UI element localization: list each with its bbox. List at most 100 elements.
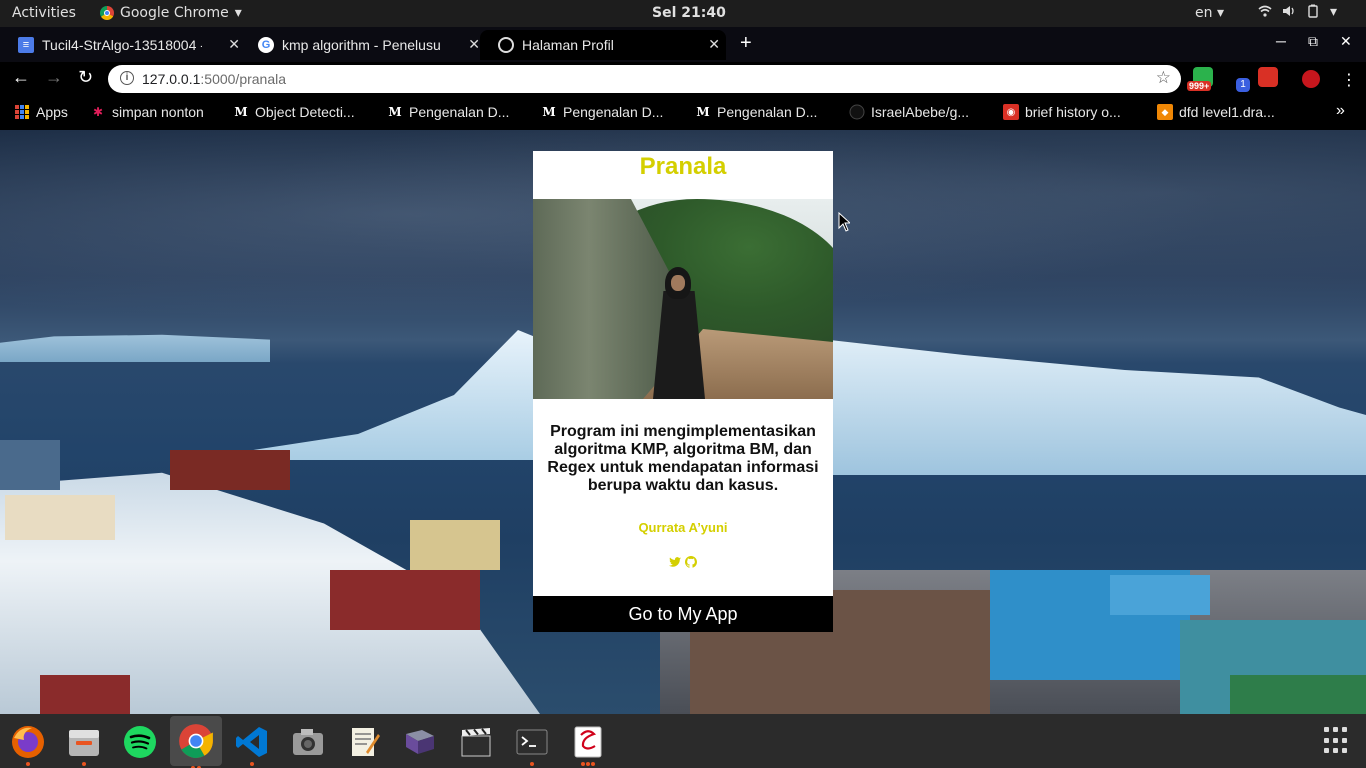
counter-extension-icon[interactable]: 1	[1236, 78, 1250, 92]
bookmark-item[interactable]: M Object Detecti...	[233, 104, 355, 120]
bookmark-star-icon[interactable]: ☆	[1156, 68, 1171, 88]
mouse-cursor-icon	[838, 212, 850, 232]
bookmark-item[interactable]: ◉ brief history o...	[1003, 104, 1121, 120]
tab-strip: ≡ Tucil4-StrAlgo-13518004 - ✕ G kmp algo…	[0, 27, 1366, 62]
running-indicator	[581, 762, 585, 766]
activities-button[interactable]: Activities	[12, 5, 76, 21]
chrome-menu-icon[interactable]: ⋮	[1341, 70, 1357, 90]
bookmark-label: Pengenalan D...	[563, 104, 664, 120]
volume-icon	[1282, 4, 1296, 22]
more-bookmarks-icon[interactable]: »	[1336, 102, 1345, 120]
bookmarks-bar: Apps ✱ simpan nonton M Object Detecti...…	[0, 96, 1366, 130]
running-indicator	[530, 762, 534, 766]
new-tab-button[interactable]: +	[740, 32, 752, 55]
tracker-icon[interactable]	[568, 722, 608, 766]
book-icon[interactable]	[400, 722, 440, 762]
language-label: en	[1195, 5, 1213, 21]
tab-title: Halaman Profil	[522, 37, 614, 53]
twitter-icon[interactable]	[669, 556, 681, 568]
running-indicator	[586, 762, 590, 766]
bookmark-apps[interactable]: Apps	[14, 104, 68, 120]
background-house	[40, 675, 130, 714]
photo-person-face	[671, 275, 685, 291]
tab-halaman-profil[interactable]: Halaman Profil ✕	[480, 30, 726, 60]
video-editor-icon[interactable]	[456, 722, 496, 762]
forward-arrow-icon[interactable]: →	[45, 67, 63, 88]
restore-button[interactable]: ⧉	[1308, 33, 1318, 50]
url-text[interactable]: 127.0.0.1:5000/pranala	[142, 71, 286, 87]
wifi-icon	[1258, 4, 1272, 22]
language-indicator[interactable]: en ▾	[1195, 5, 1224, 21]
apps-grid-icon	[14, 104, 30, 120]
bookmark-label: dfd level1.dra...	[1179, 104, 1275, 120]
reload-icon[interactable]: ↻	[78, 67, 93, 88]
vscode-icon[interactable]	[232, 722, 272, 766]
address-bar[interactable]: i 127.0.0.1:5000/pranala ☆	[108, 65, 1181, 93]
bookmark-label: Pengenalan D...	[409, 104, 510, 120]
chrome-icon[interactable]	[170, 716, 222, 768]
github-icon[interactable]	[685, 556, 697, 568]
extension-badge: 999+	[1187, 81, 1212, 91]
close-icon[interactable]: ✕	[228, 36, 240, 53]
files-icon[interactable]	[64, 722, 104, 766]
reader-extension-icon[interactable]	[1258, 67, 1278, 87]
bookmark-item[interactable]: ✱ simpan nonton	[90, 104, 204, 120]
app-menu-label: Google Chrome	[120, 5, 229, 21]
background-house	[5, 495, 115, 540]
chevron-down-icon: ▾	[1330, 4, 1338, 20]
bookmark-item[interactable]: M Pengenalan D...	[541, 104, 663, 120]
battery-icon	[1306, 4, 1320, 22]
card-title: Pranala	[639, 153, 727, 180]
bookmark-label: Object Detecti...	[255, 104, 355, 120]
spotify-icon[interactable]	[120, 722, 160, 762]
medium-icon: M	[542, 105, 556, 119]
background-iceberg	[230, 330, 550, 460]
globe-icon	[498, 37, 514, 53]
bookmark-item[interactable]: M Pengenalan D...	[387, 104, 509, 120]
minimize-button[interactable]: ─	[1276, 33, 1286, 49]
background-house	[410, 520, 500, 570]
profile-card: Pranala Program ini mengimplementasikan …	[533, 151, 833, 632]
tab-title: kmp algorithm - Penelusu	[282, 37, 441, 53]
background-house	[170, 450, 290, 490]
camera-icon[interactable]	[288, 722, 328, 762]
running-indicator	[250, 762, 254, 766]
close-window-button[interactable]: ✕	[1340, 33, 1352, 50]
app-menu[interactable]: Google Chrome ▾	[100, 5, 242, 21]
background-building	[1110, 575, 1210, 615]
bookmark-label: Apps	[36, 104, 68, 120]
bookmark-item[interactable]: IsraelAbebe/g...	[849, 104, 969, 120]
tab-google-search[interactable]: G kmp algorithm - Penelusu ✕	[240, 30, 486, 60]
bookmark-label: brief history o...	[1025, 104, 1121, 120]
running-indicator	[591, 762, 595, 766]
background-house	[0, 440, 60, 490]
tab-google-docs[interactable]: ≡ Tucil4-StrAlgo-13518004 - ✕	[0, 30, 246, 60]
url-host: 127.0.0.1	[142, 71, 201, 87]
clock[interactable]: Sel 21:40	[652, 5, 726, 21]
card-author: Qurrata A’yuni	[638, 520, 728, 535]
red-extension-icon[interactable]	[1302, 70, 1320, 88]
browser-toolbar: ← → ↻ i 127.0.0.1:5000/pranala ☆	[0, 62, 1366, 96]
bookmark-item[interactable]: M Pengenalan D...	[695, 104, 817, 120]
close-icon[interactable]: ✕	[708, 36, 720, 53]
firefox-icon[interactable]	[8, 722, 48, 766]
background-building	[1230, 675, 1366, 714]
back-arrow-icon[interactable]: ←	[12, 67, 30, 88]
bookmark-item[interactable]: ◆ dfd level1.dra...	[1157, 104, 1275, 120]
show-applications-icon[interactable]	[1324, 727, 1352, 755]
url-path: :5000/pranala	[200, 71, 287, 87]
info-icon[interactable]: i	[120, 71, 134, 85]
text-editor-icon[interactable]	[344, 722, 384, 762]
terminal-icon[interactable]	[512, 722, 552, 766]
bookmark-label: Pengenalan D...	[717, 104, 818, 120]
social-links	[533, 556, 833, 568]
status-area[interactable]: ▾	[1258, 4, 1337, 22]
medium-icon: M	[234, 105, 248, 119]
close-icon[interactable]: ✕	[468, 36, 480, 53]
running-indicator	[26, 762, 30, 766]
system-top-bar: Activities Google Chrome ▾ Sel 21:40 en …	[0, 0, 1366, 27]
go-to-app-button[interactable]: Go to My App	[533, 596, 833, 632]
card-description: Program ini mengimplementasikan algoritm…	[547, 423, 819, 494]
slack-icon: ✱	[92, 105, 104, 119]
chrome-icon	[100, 6, 114, 20]
